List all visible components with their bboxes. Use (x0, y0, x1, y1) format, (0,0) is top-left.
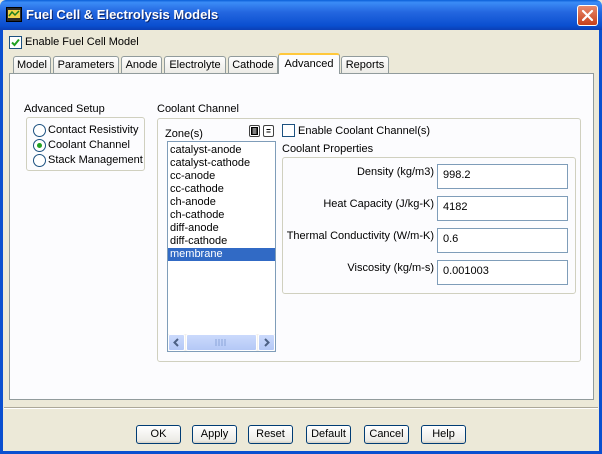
density-input[interactable]: 998.2 (437, 164, 568, 189)
zones-listbox[interactable]: catalyst-anode catalyst-cathode cc-anode… (167, 141, 276, 352)
thermal-conductivity-input[interactable]: 0.6 (437, 228, 568, 253)
tab-electrolyte[interactable]: Electrolyte (164, 56, 226, 73)
scroll-right-button[interactable] (258, 334, 275, 351)
list-item[interactable]: diff-cathode (168, 235, 275, 248)
ok-button[interactable]: OK (136, 425, 181, 444)
close-button[interactable] (577, 5, 598, 26)
reset-button[interactable]: Reset (248, 425, 293, 444)
select-all-zones-button[interactable] (249, 125, 260, 137)
heat-capacity-input[interactable]: 4182 (437, 196, 568, 221)
coolant-channel-label[interactable]: Coolant Channel (48, 139, 130, 151)
radio-contact-resistivity[interactable] (33, 124, 46, 137)
tab-anode[interactable]: Anode (121, 56, 162, 73)
select-all-icon (251, 127, 258, 135)
radio-stack-management[interactable] (33, 154, 46, 167)
tab-reports[interactable]: Reports (341, 56, 389, 73)
thermal-conductivity-label: Thermal Conductivity (W/m-K) (286, 230, 434, 242)
chevron-left-icon (173, 338, 179, 347)
deselect-all-zones-button[interactable] (263, 125, 274, 137)
list-item[interactable]: catalyst-anode (168, 144, 275, 157)
scroll-left-button[interactable] (168, 334, 185, 351)
checkmark-icon (11, 38, 20, 47)
cancel-button[interactable]: Cancel (364, 425, 409, 444)
enable-fuel-cell-checkbox[interactable] (9, 36, 22, 49)
radio-selected-dot (37, 143, 42, 148)
tab-advanced[interactable]: Advanced (278, 53, 340, 74)
viscosity-label: Viscosity (kg/m-s) (347, 262, 434, 274)
coolant-properties-title: Coolant Properties (282, 143, 374, 155)
zones-list: catalyst-anode catalyst-cathode cc-anode… (168, 142, 275, 261)
fuel-cell-dialog: Fuel Cell & Electrolysis Models Enable F… (0, 0, 602, 454)
fluent-icon (6, 7, 22, 22)
radio-coolant-channel[interactable] (33, 139, 46, 152)
grip-icon (215, 339, 226, 346)
window-title: Fuel Cell & Electrolysis Models (26, 7, 219, 22)
chevron-right-icon (264, 338, 270, 347)
list-item[interactable]: ch-cathode (168, 209, 275, 222)
tab-cathode[interactable]: Cathode (228, 56, 278, 73)
list-item[interactable]: catalyst-cathode (168, 157, 275, 170)
window-frame-left (0, 30, 3, 454)
apply-button[interactable]: Apply (192, 425, 237, 444)
zones-label: Zone(s) (165, 128, 203, 140)
list-item[interactable]: cc-anode (168, 170, 275, 183)
horizontal-scrollbar[interactable] (168, 334, 275, 351)
enable-coolant-channel-label[interactable]: Enable Coolant Channel(s) (298, 125, 430, 137)
deselect-all-icon (266, 129, 271, 133)
title-bar[interactable]: Fuel Cell & Electrolysis Models (0, 0, 602, 30)
coolant-channel-title: Coolant Channel (157, 103, 239, 115)
list-item[interactable]: cc-cathode (168, 183, 275, 196)
tab-model[interactable]: Model (13, 56, 51, 73)
contact-resistivity-label[interactable]: Contact Resistivity (48, 124, 138, 136)
enable-fuel-cell-label[interactable]: Enable Fuel Cell Model (25, 36, 139, 48)
list-item-selected[interactable]: membrane (168, 248, 275, 261)
scroll-thumb[interactable] (186, 334, 257, 351)
list-item[interactable]: ch-anode (168, 196, 275, 209)
viscosity-input[interactable]: 0.001003 (437, 260, 568, 285)
button-separator (4, 407, 598, 409)
help-button[interactable]: Help (421, 425, 466, 444)
advanced-setup-title: Advanced Setup (24, 103, 105, 115)
heat-capacity-label: Heat Capacity (J/kg-K) (323, 198, 434, 210)
enable-coolant-channel-checkbox[interactable] (282, 124, 295, 137)
tab-parameters[interactable]: Parameters (53, 56, 119, 73)
density-label: Density (kg/m3) (356, 166, 434, 178)
stack-management-label[interactable]: Stack Management (48, 154, 143, 166)
default-button[interactable]: Default (306, 425, 351, 444)
list-item[interactable]: diff-anode (168, 222, 275, 235)
